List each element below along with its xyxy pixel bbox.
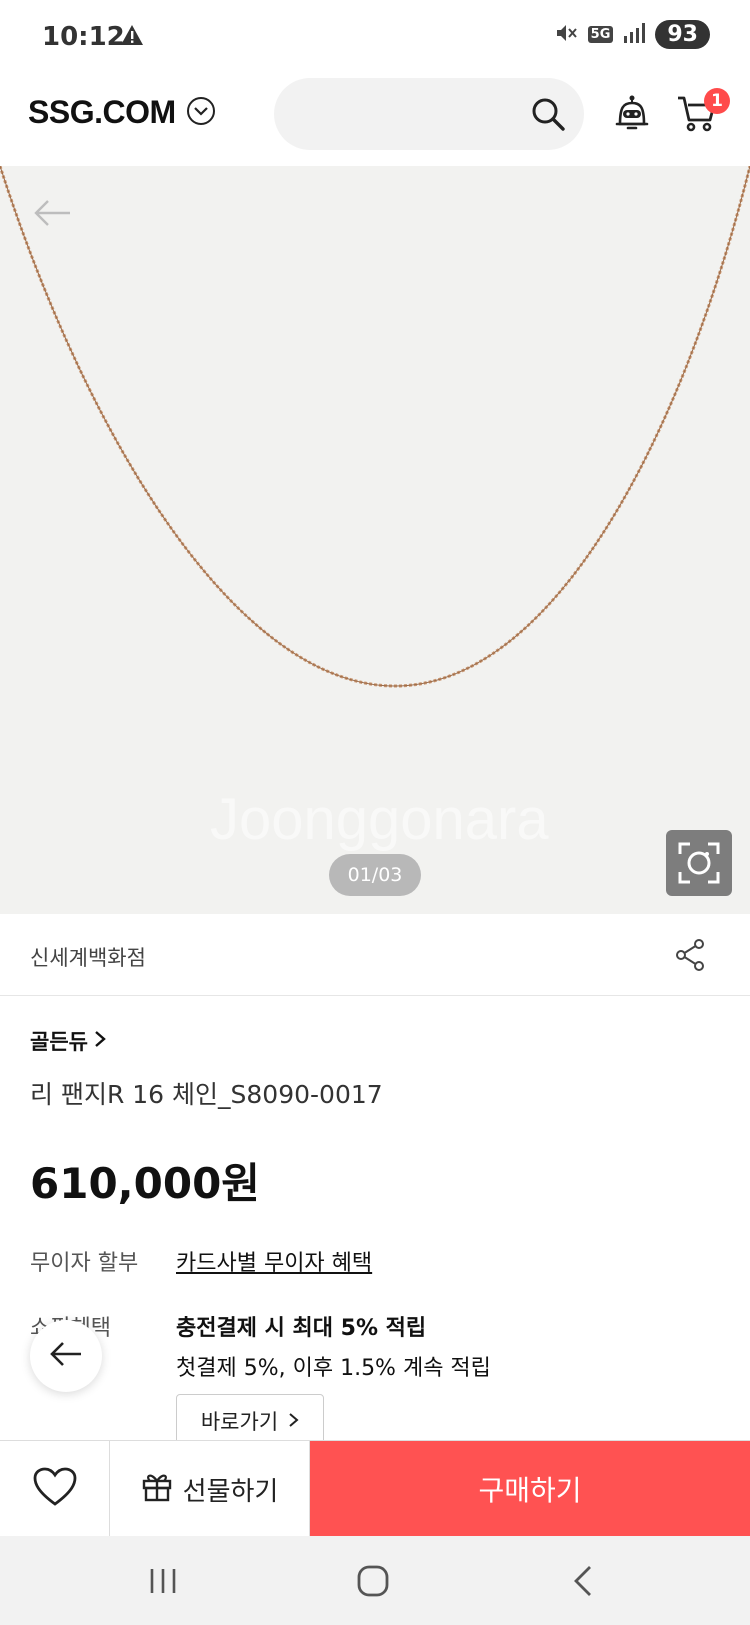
installment-link[interactable]: 카드사별 무이자 혜택 <box>176 1245 372 1277</box>
recent-apps-icon[interactable] <box>148 1566 178 1600</box>
battery-level: 93 <box>655 20 710 49</box>
back-nav-icon[interactable] <box>572 1564 594 1602</box>
lens-scan-icon[interactable] <box>666 830 732 896</box>
logo-text: SSG.COM <box>28 94 176 130</box>
status-bar: 10:12 5G 93 <box>0 0 750 78</box>
home-icon[interactable] <box>356 1564 390 1602</box>
system-navigation-bar <box>0 1536 750 1625</box>
seller-row: 신세계백화점 <box>0 914 750 996</box>
status-time: 10:12 <box>42 22 125 52</box>
network-label: 5G <box>587 26 614 43</box>
wishlist-button[interactable] <box>0 1441 110 1537</box>
goto-label: 바로가기 <box>200 1410 279 1434</box>
signal-icon <box>623 22 646 48</box>
gift-button[interactable]: 선물하기 <box>110 1441 310 1537</box>
brand-name: 골든듀 <box>30 1030 88 1054</box>
search-input[interactable] <box>274 78 584 150</box>
back-arrow-icon <box>49 1341 83 1371</box>
product-image-gallery[interactable]: Joonggonara 01/03 <box>0 166 750 914</box>
app-header: SSG.COM 1 <box>0 78 750 166</box>
buy-button[interactable]: 구매하기 <box>310 1441 750 1537</box>
gift-icon <box>141 1470 173 1509</box>
buy-label: 구매하기 <box>478 1474 582 1507</box>
cart-count-badge: 1 <box>704 88 730 114</box>
shopping-benefit-desc: 첫결제 5%, 이후 1.5% 계속 적립 <box>176 1356 491 1381</box>
shopping-benefit-title: 충전결제 시 최대 5% 적립 <box>176 1316 427 1341</box>
chevron-right-icon <box>288 1409 299 1433</box>
watermark: Joonggonara <box>210 787 549 852</box>
heart-icon <box>33 1467 77 1511</box>
installment-label: 무이자 할부 <box>30 1251 139 1276</box>
seller-name[interactable]: 신세계백화점 <box>30 942 146 972</box>
product-title: 리 팬지R 16 체인_S8090-0017 <box>30 1080 383 1109</box>
image-pager: 01/03 <box>329 854 421 896</box>
search-icon[interactable] <box>530 96 566 136</box>
brand-link[interactable]: 골든듀 <box>30 1026 106 1056</box>
mute-icon <box>554 21 578 49</box>
gift-label: 선물하기 <box>182 1476 279 1507</box>
chevron-down-icon[interactable] <box>186 96 216 130</box>
purchase-action-bar: 선물하기 구매하기 <box>0 1440 750 1537</box>
chevron-right-icon <box>94 1029 106 1053</box>
back-arrow-icon[interactable] <box>32 198 72 232</box>
product-price: 610,000원 <box>30 1159 260 1208</box>
warning-icon <box>120 24 144 50</box>
share-icon[interactable] <box>674 938 706 976</box>
site-logo[interactable]: SSG.COM <box>28 94 216 131</box>
back-floating-button[interactable] <box>30 1320 102 1392</box>
robot-bell-icon[interactable] <box>614 94 650 138</box>
